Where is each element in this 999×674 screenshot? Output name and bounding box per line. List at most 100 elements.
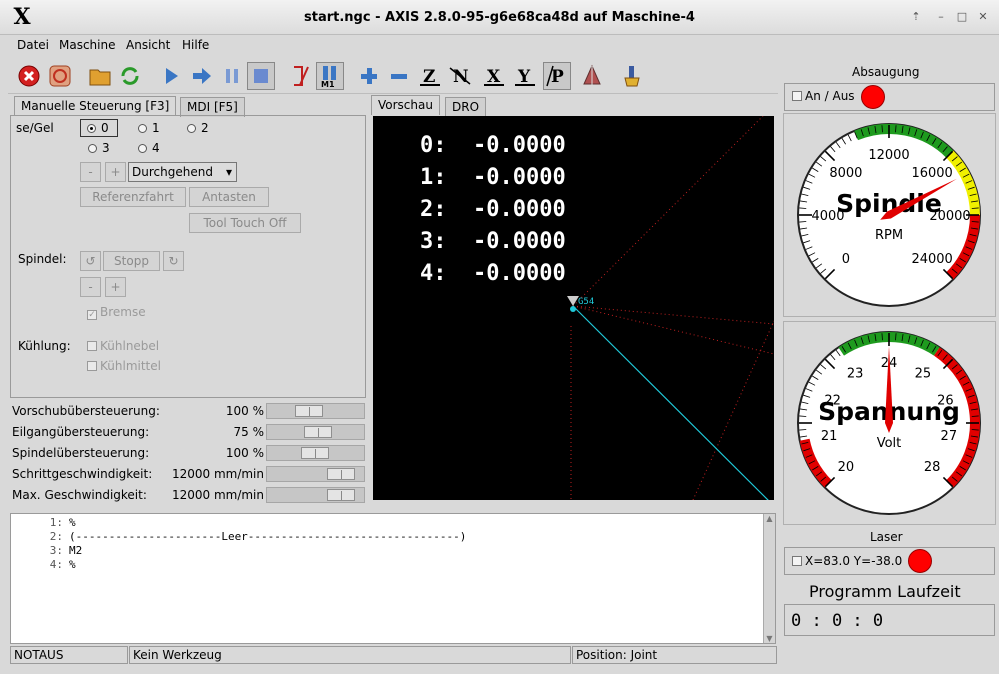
slider-handle[interactable] xyxy=(304,426,332,438)
tab-manual[interactable]: Manuelle Steuerung [F3] xyxy=(14,96,177,116)
gauge-tick-label: 24000 xyxy=(911,252,952,267)
step-icon[interactable] xyxy=(188,62,216,90)
tool-icon[interactable] xyxy=(578,62,606,90)
tab-mdi[interactable]: MDI [F5] xyxy=(180,97,245,117)
estop-icon[interactable] xyxy=(15,62,43,90)
menu-hilfe[interactable]: Hilfe xyxy=(182,38,209,52)
window-close-icon[interactable]: ✕ xyxy=(975,9,991,25)
override-label: Schrittgeschwindigkeit: xyxy=(12,467,153,481)
preview-canvas[interactable]: G54 0: -0.0000 1: -0.0000 2: -0.0000 3: -0.… xyxy=(373,116,774,500)
menu-datei[interactable]: Datei xyxy=(17,38,49,52)
axis-radio-2[interactable]: 2 xyxy=(187,121,209,135)
tab-preview[interactable]: Vorschau xyxy=(371,95,440,115)
spindle-cw-icon[interactable]: ↻ xyxy=(163,251,184,271)
gcode-listing[interactable]: 1:% 2: (----------------------Leer--------… xyxy=(10,513,776,644)
dro-value: -0.0000 xyxy=(473,197,566,222)
view-y-icon[interactable]: Y xyxy=(511,62,539,90)
pause-icon[interactable] xyxy=(218,62,246,90)
axis-radio-0[interactable]: 0 xyxy=(80,119,118,137)
home-button[interactable]: Referenzfahrt xyxy=(80,187,186,207)
zoom-in-icon[interactable] xyxy=(355,62,383,90)
tab-dro[interactable]: DRO xyxy=(445,97,487,117)
axis-radio-3[interactable]: 3 xyxy=(88,141,110,155)
jog-mode-select[interactable]: Durchgehend ▾ xyxy=(128,162,237,182)
gauge-tick-label: 27 xyxy=(941,429,958,444)
window-minimize-icon[interactable]: – xyxy=(933,9,949,25)
override-slider[interactable] xyxy=(266,466,365,482)
axis-radio-1-label: 1 xyxy=(152,121,160,135)
toolbar: M1 Z N X Y P xyxy=(8,58,778,94)
spindle-gauge-dial: 04000800012000160002000024000SpindleRPM xyxy=(797,123,981,307)
gauge-unit: RPM xyxy=(875,228,903,243)
view-x-icon[interactable]: X xyxy=(480,62,508,90)
gauge-tick-label: 20 xyxy=(838,460,855,475)
window-title: start.ngc - AXIS 2.8.0-95-g6e68ca48d auf… xyxy=(304,10,695,25)
dro-axis: 4: xyxy=(420,261,447,286)
dro-line: 3: -0.0000 xyxy=(420,229,566,254)
override-slider[interactable] xyxy=(266,403,365,419)
dro-axis: 1: xyxy=(420,165,447,190)
jog-plus-button[interactable]: + xyxy=(105,162,126,182)
override-label: Spindelübersteuerung: xyxy=(12,446,150,460)
spindle-plus-button[interactable]: + xyxy=(105,277,126,297)
menu-ansicht[interactable]: Ansicht xyxy=(126,38,170,52)
laser-toggle[interactable]: X=83.0 Y=-38.0 xyxy=(792,554,902,568)
override-slider[interactable] xyxy=(266,424,365,440)
window-up-icon[interactable]: ⇡ xyxy=(908,9,924,25)
brake-label: Bremse xyxy=(100,305,146,319)
menu-maschine[interactable]: Maschine xyxy=(59,38,115,52)
svg-text:M1: M1 xyxy=(321,80,335,88)
view-z-icon[interactable]: Z xyxy=(416,62,444,90)
view-rotated-z-icon[interactable]: N xyxy=(446,62,474,90)
block-delete-icon[interactable] xyxy=(287,62,315,90)
override-label: Max. Geschwindigkeit: xyxy=(12,488,147,502)
optional-stop-icon[interactable]: M1 xyxy=(316,62,344,90)
chevron-down-icon: ▾ xyxy=(225,165,232,179)
absaugung-panel: An / Aus xyxy=(784,83,995,111)
mist-label: Kühlnebel xyxy=(100,339,160,353)
jog-minus-button[interactable]: - xyxy=(80,162,101,182)
gcode-scrollbar[interactable]: ▲ ▼ xyxy=(763,514,775,643)
folder-open-icon[interactable] xyxy=(86,62,114,90)
checkmark-icon: ✓ xyxy=(87,310,97,320)
reload-icon[interactable] xyxy=(116,62,144,90)
gcode-line: 3: M2 xyxy=(11,544,83,557)
dro-line: 2: -0.0000 xyxy=(420,197,566,222)
power-icon[interactable] xyxy=(46,62,74,90)
origin-label: G54 xyxy=(578,297,595,307)
menu-bar: Datei Maschine Ansicht Hilfe xyxy=(0,35,999,57)
view-perspective-icon[interactable]: P xyxy=(543,62,571,90)
gauge-tick-label: 12000 xyxy=(868,148,909,163)
mist-checkbox[interactable]: Kühlnebel xyxy=(87,339,159,353)
flood-checkbox[interactable]: Kühlmittel xyxy=(87,359,161,373)
override-label: Eilgangübersteuerung: xyxy=(12,425,150,439)
scroll-down-icon[interactable]: ▼ xyxy=(764,634,775,643)
run-icon[interactable] xyxy=(158,62,186,90)
override-value: 100 % xyxy=(225,404,264,418)
slider-handle[interactable] xyxy=(327,468,355,480)
tool-touch-off-button[interactable]: Tool Touch Off xyxy=(189,213,301,233)
scroll-up-icon[interactable]: ▲ xyxy=(764,514,775,523)
slider-handle[interactable] xyxy=(295,405,323,417)
window-maximize-icon[interactable]: □ xyxy=(954,9,970,25)
spindle-stop-button[interactable]: Stopp xyxy=(103,251,160,271)
axis-radio-1[interactable]: 1 xyxy=(138,121,160,135)
absaugung-toggle[interactable]: An / Aus xyxy=(792,89,855,103)
override-value: 75 % xyxy=(233,425,265,439)
zoom-out-icon[interactable] xyxy=(385,62,413,90)
stop-icon[interactable] xyxy=(247,62,275,90)
laser-title: Laser xyxy=(870,530,903,544)
override-slider[interactable] xyxy=(266,487,365,503)
axis-radio-3-label: 3 xyxy=(102,141,110,155)
slider-handle[interactable] xyxy=(301,447,329,459)
spindle-minus-button[interactable]: - xyxy=(80,277,101,297)
spindle-ccw-icon[interactable]: ↺ xyxy=(80,251,101,271)
override-slider[interactable] xyxy=(266,445,365,461)
gauge-tick-label: 0 xyxy=(842,252,850,267)
slider-handle[interactable] xyxy=(327,489,355,501)
brake-checkbox[interactable]: ✓ Bremse xyxy=(87,305,146,320)
touch-off-button[interactable]: Antasten xyxy=(189,187,269,207)
clear-plot-icon[interactable] xyxy=(618,62,646,90)
axis-radio-0-label: 0 xyxy=(101,121,109,135)
axis-radio-4[interactable]: 4 xyxy=(138,141,160,155)
